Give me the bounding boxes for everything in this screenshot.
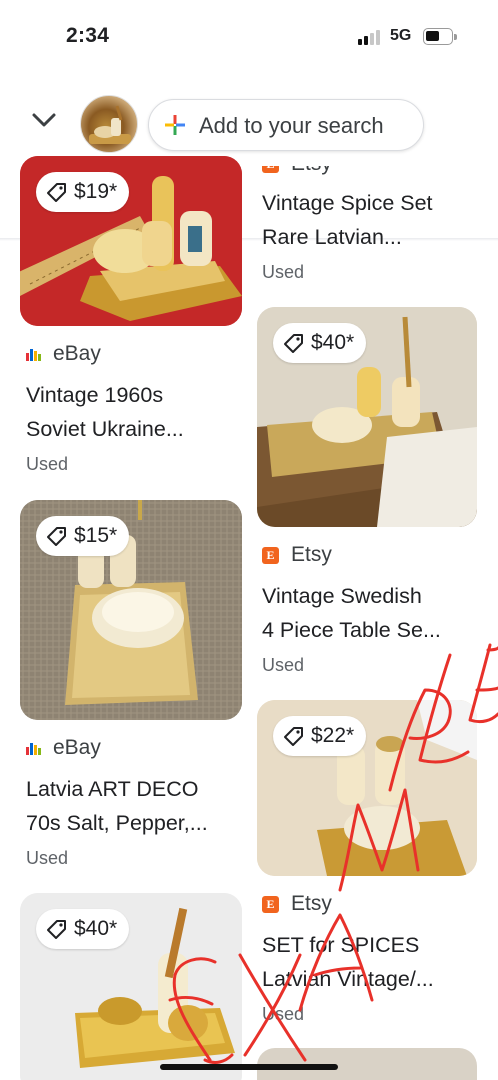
product-title[interactable]: Vintage Swedish 4 Piece Table Se... xyxy=(262,579,492,647)
price-badge: $40* xyxy=(273,323,367,363)
etsy-icon: E xyxy=(262,166,279,173)
etsy-icon: E xyxy=(262,546,279,564)
price-badge: $15* xyxy=(36,516,130,556)
home-indicator[interactable] xyxy=(160,1064,338,1070)
price-value: $40* xyxy=(74,917,118,940)
product-card[interactable]: $15* eBay Latvia ART DECO 70s Salt, Pepp… xyxy=(20,500,242,880)
condition-label: Used xyxy=(26,848,69,868)
price-tag-icon xyxy=(47,527,66,546)
product-title[interactable]: SET for SPICES Latvian Vintage/... xyxy=(262,928,492,996)
price-tag-icon xyxy=(47,183,66,202)
title-line: Vintage 1960s xyxy=(26,383,164,407)
price-tag-icon xyxy=(284,727,303,746)
price-tag-icon xyxy=(47,920,66,939)
title-line: Vintage Spice Set xyxy=(262,191,433,215)
price-value: $19* xyxy=(74,180,118,203)
product-image[interactable]: $19* xyxy=(20,156,242,326)
ebay-icon xyxy=(26,347,41,361)
status-bar: 2:34 5G xyxy=(0,0,498,76)
source-label: E Etsy xyxy=(262,892,332,916)
title-line: SET for SPICES xyxy=(262,933,420,957)
title-line: 70s Salt, Pepper,... xyxy=(26,811,208,835)
product-title[interactable]: Vintage Spice Set Rare Latvian... xyxy=(262,186,492,254)
product-card[interactable]: E Etsy Vintage Spice Set Rare Latvian...… xyxy=(257,150,479,290)
source-label: E Etsy xyxy=(262,543,332,567)
price-value: $22* xyxy=(311,724,355,747)
status-time: 2:34 xyxy=(66,24,110,47)
title-line: Rare Latvian... xyxy=(262,225,402,249)
search-image-thumbnail[interactable] xyxy=(80,95,138,153)
network-label: 5G xyxy=(390,27,412,44)
source-name: eBay xyxy=(53,342,101,365)
condition-label: Used xyxy=(262,262,305,282)
title-line: Latvia ART DECO xyxy=(26,777,199,801)
product-image[interactable]: $40* xyxy=(20,893,242,1080)
price-badge: $22* xyxy=(273,716,367,756)
chevron-down-icon[interactable] xyxy=(26,106,62,136)
condition-label: Used xyxy=(26,454,69,474)
price-badge: $19* xyxy=(36,172,130,212)
product-image[interactable]: $40* xyxy=(257,307,477,527)
condition-label: Used xyxy=(262,1004,305,1024)
title-line: Latvian Vintage/... xyxy=(262,967,434,991)
source-label: E Etsy xyxy=(262,152,332,176)
battery-icon xyxy=(423,28,457,45)
source-name: Etsy xyxy=(291,543,332,566)
etsy-icon: E xyxy=(262,895,279,913)
ebay-icon xyxy=(26,741,41,755)
source-label: eBay xyxy=(26,342,101,366)
product-card[interactable]: $22* E Etsy SET for SPICES Latvian Vinta… xyxy=(257,700,479,1040)
title-line: Vintage Swedish xyxy=(262,584,422,608)
product-title[interactable]: Latvia ART DECO 70s Salt, Pepper,... xyxy=(26,772,256,840)
price-value: $40* xyxy=(311,331,355,354)
add-to-search-label: Add to your search xyxy=(199,113,384,138)
title-line: 4 Piece Table Se... xyxy=(262,618,441,642)
price-badge: $40* xyxy=(36,909,130,949)
product-card[interactable]: $40* xyxy=(20,893,242,1080)
source-name: Etsy xyxy=(291,152,332,175)
source-name: eBay xyxy=(53,736,101,759)
source-label: eBay xyxy=(26,736,101,760)
product-title[interactable]: Vintage 1960s Soviet Ukraine... xyxy=(26,378,256,446)
product-card[interactable]: $40* E Etsy Vintage Swedish 4 Piece Tabl… xyxy=(257,307,479,687)
product-image[interactable]: $22* xyxy=(257,700,477,876)
plus-icon xyxy=(165,115,185,135)
price-value: $15* xyxy=(74,524,118,547)
source-name: Etsy xyxy=(291,892,332,915)
product-image[interactable]: $15* xyxy=(20,500,242,720)
add-to-search-button[interactable]: Add to your search xyxy=(148,99,424,151)
product-card[interactable]: $19* eBay Vintage 1960s Soviet Ukraine..… xyxy=(20,156,242,486)
signal-icon xyxy=(358,29,384,45)
title-line: Soviet Ukraine... xyxy=(26,417,184,441)
condition-label: Used xyxy=(262,655,305,675)
price-tag-icon xyxy=(284,334,303,353)
